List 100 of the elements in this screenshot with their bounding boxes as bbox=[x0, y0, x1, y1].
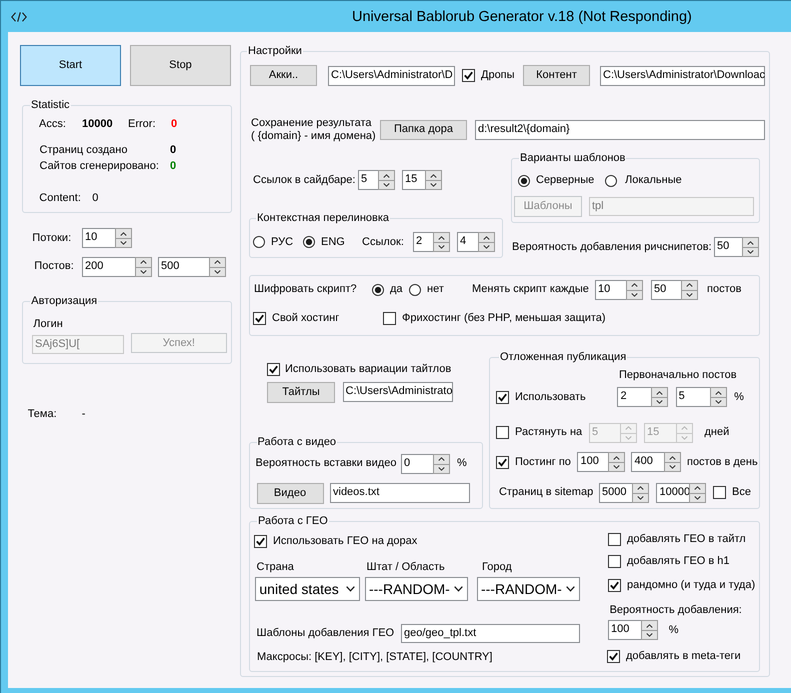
spin-down-button[interactable] bbox=[650, 397, 668, 408]
chevron-down-icon bbox=[438, 466, 445, 471]
spin-up-button[interactable] bbox=[208, 256, 226, 267]
spin-up-button[interactable] bbox=[688, 482, 706, 493]
radio-button[interactable] bbox=[518, 174, 530, 187]
spin-down-button[interactable] bbox=[681, 290, 698, 300]
checkbox[interactable] bbox=[607, 650, 620, 664]
checkbox[interactable] bbox=[383, 312, 396, 326]
stop-button[interactable]: Stop bbox=[130, 45, 231, 86]
spin-up-button[interactable] bbox=[742, 237, 759, 248]
radio-button[interactable] bbox=[253, 236, 265, 248]
spin-up-button[interactable] bbox=[641, 620, 658, 630]
checkbox[interactable] bbox=[496, 390, 509, 404]
number-field[interactable]: 500 bbox=[158, 256, 209, 277]
radio-button[interactable] bbox=[303, 236, 315, 248]
number-field[interactable]: 50 bbox=[714, 237, 742, 258]
number-field[interactable]: 0 bbox=[401, 454, 433, 474]
path-field[interactable]: C:\Users\Administrator\D bbox=[328, 66, 455, 86]
checkbox[interactable] bbox=[608, 578, 621, 592]
field-label: Вероятность добавления ричснипетов: bbox=[512, 240, 713, 254]
number-field[interactable]: 100 bbox=[608, 620, 641, 640]
accounts-button[interactable]: Акки.. bbox=[250, 65, 317, 86]
checkmark-icon bbox=[256, 537, 265, 546]
path-field[interactable]: d:\result2\{domain} bbox=[475, 120, 765, 140]
spin-down-button[interactable] bbox=[626, 290, 643, 300]
number-field[interactable]: 10 bbox=[82, 228, 116, 248]
spin-up-button[interactable] bbox=[134, 256, 152, 267]
spin-up-button[interactable] bbox=[710, 387, 727, 398]
spin-up-button[interactable] bbox=[433, 232, 450, 242]
spin-up-button[interactable] bbox=[433, 454, 450, 464]
dropdown[interactable]: ---RANDOM- bbox=[476, 576, 580, 601]
number-field[interactable]: 100 bbox=[577, 452, 608, 472]
number-field[interactable]: 4 bbox=[457, 232, 478, 252]
radio-button[interactable] bbox=[605, 174, 617, 187]
checkbox[interactable] bbox=[608, 555, 621, 568]
checkbox-label: Использовать ГЕО на дорах bbox=[273, 535, 418, 548]
checkbox-label: Использовать bbox=[514, 390, 587, 404]
number-field[interactable]: 5 bbox=[676, 387, 710, 408]
spin-up-button[interactable] bbox=[608, 452, 625, 462]
spin-down-button[interactable] bbox=[742, 247, 759, 258]
chevron-up-icon bbox=[438, 457, 445, 462]
checkmark-icon bbox=[498, 392, 507, 402]
chevron-up-icon bbox=[430, 174, 437, 178]
radio-button[interactable] bbox=[409, 284, 421, 296]
spin-up-button[interactable] bbox=[378, 170, 395, 180]
spin-up-button[interactable] bbox=[664, 452, 681, 462]
number-field[interactable]: 10 bbox=[595, 280, 626, 300]
chevron-down-icon bbox=[631, 292, 638, 297]
path-field[interactable]: geo/geo_tpl.txt bbox=[401, 624, 580, 644]
spin-up-button[interactable] bbox=[626, 280, 643, 290]
checkbox[interactable] bbox=[608, 533, 621, 546]
spin-down-button[interactable] bbox=[433, 464, 450, 474]
theme-value: - bbox=[82, 408, 86, 421]
spin-down-button[interactable] bbox=[608, 462, 625, 472]
spin-down-button[interactable] bbox=[115, 238, 132, 248]
spin-down-button[interactable] bbox=[425, 180, 442, 190]
spin-up-button[interactable] bbox=[650, 387, 668, 398]
content-button[interactable]: Контент bbox=[523, 65, 590, 86]
dropdown[interactable]: united states bbox=[255, 576, 360, 601]
spin-down-button[interactable] bbox=[664, 462, 681, 472]
number-field[interactable]: 400 bbox=[631, 452, 664, 472]
path-field[interactable]: C:\Users\Administrator\Downloac bbox=[600, 66, 765, 86]
checkbox[interactable] bbox=[267, 362, 280, 376]
field-label: Тема: bbox=[28, 408, 58, 421]
number-field[interactable]: 5000 bbox=[598, 482, 632, 503]
checkbox[interactable] bbox=[496, 426, 509, 440]
spin-down-button[interactable] bbox=[710, 397, 727, 408]
checkbox[interactable] bbox=[712, 486, 726, 500]
checkbox[interactable] bbox=[253, 312, 266, 326]
number-field[interactable]: 2 bbox=[413, 232, 433, 252]
checkbox[interactable] bbox=[462, 69, 475, 82]
radio-button[interactable] bbox=[372, 284, 384, 296]
path-field[interactable]: videos.txt bbox=[330, 483, 470, 503]
video-button[interactable]: Видео bbox=[256, 482, 324, 504]
spin-up-button[interactable] bbox=[681, 280, 698, 290]
number-field[interactable]: 50 bbox=[651, 280, 681, 300]
number-field[interactable]: 10000 bbox=[656, 482, 689, 503]
number-field[interactable]: 15 bbox=[402, 170, 425, 190]
start-button[interactable]: Start bbox=[20, 45, 121, 86]
checkbox[interactable] bbox=[254, 535, 267, 548]
spin-down-button[interactable] bbox=[478, 242, 495, 252]
number-field[interactable]: 5 bbox=[358, 170, 378, 190]
group-title: Statistic bbox=[30, 98, 71, 112]
spin-up-button[interactable] bbox=[425, 170, 442, 180]
spin-up-button[interactable] bbox=[632, 482, 649, 493]
stat-value: 0 bbox=[170, 144, 176, 156]
spin-down-button[interactable] bbox=[641, 630, 658, 640]
spin-up-button[interactable] bbox=[115, 228, 132, 238]
checkbox[interactable] bbox=[496, 456, 509, 469]
folder-button[interactable]: Папка дора bbox=[380, 120, 467, 140]
number-field[interactable]: 2 bbox=[617, 387, 651, 408]
spin-down-button[interactable] bbox=[378, 180, 395, 190]
spin-down-button[interactable] bbox=[433, 242, 450, 252]
chevron-down-icon bbox=[438, 245, 445, 250]
field-label: Ссылок: bbox=[362, 236, 405, 249]
number-field[interactable]: 200 bbox=[82, 256, 135, 277]
path-field[interactable]: C:\Users\Administrato bbox=[342, 382, 452, 402]
spin-up-button[interactable] bbox=[478, 232, 495, 242]
dropdown[interactable]: ---RANDOM- bbox=[364, 576, 468, 601]
titles-button[interactable]: Тайтлы bbox=[267, 382, 335, 403]
